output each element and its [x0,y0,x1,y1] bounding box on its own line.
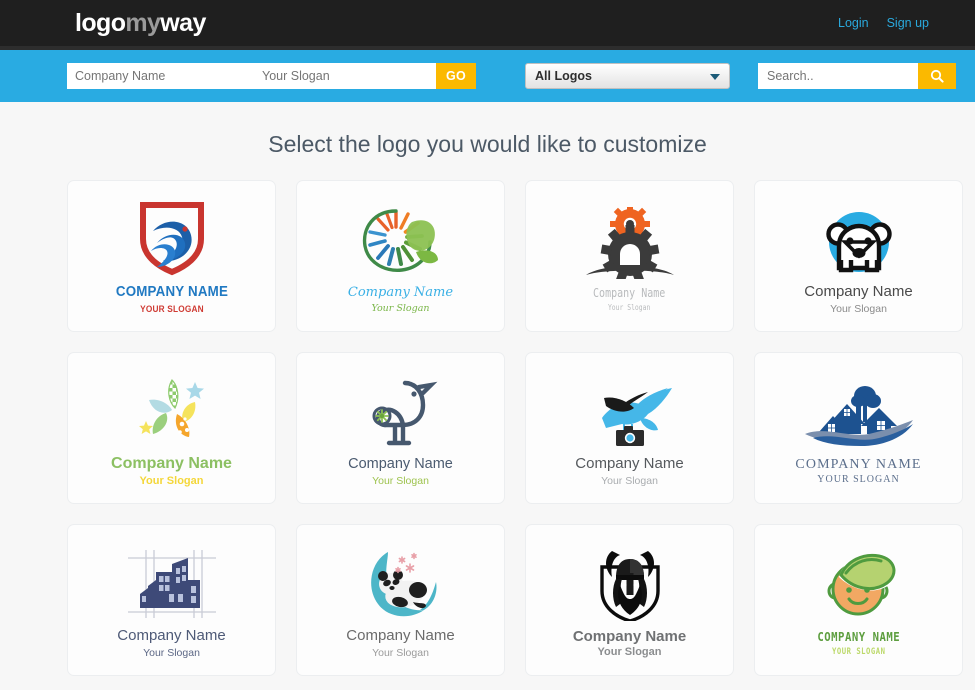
go-button[interactable]: GO [436,63,476,89]
logo-text-8: COMPANY NAME YOUR SLOGAN [795,457,921,486]
logo-text-9: Company Name Your Slogan [117,627,225,659]
top-nav: Login Sign up [838,16,957,30]
signup-link[interactable]: Sign up [887,16,929,30]
logo-company-name: Company Name [346,627,455,645]
category-select-value: All Logos [535,69,592,83]
logo-text-6: Company Name Your Slogan [348,456,453,487]
logo-art-baby-leaf [813,543,905,623]
logo-slogan: Your Slogan [597,646,662,659]
logo-company-name: COMPANY NAME [115,284,228,301]
logo-slogan: Your Slogan [830,303,887,316]
logo-art-star-flower [127,368,217,448]
top-header-bar: logomyway Login Sign up [0,0,975,46]
name-slogan-input-group: GO [67,63,476,89]
logo-slogan: Your Slogan [371,302,430,314]
logo-company-name: Company Name [575,455,684,473]
logo-text-7: Company Name Your Slogan [575,455,683,487]
category-select-wrapper: All Logos [525,63,730,89]
logo-slogan: Your Slogan [143,647,200,660]
logo-card-7[interactable]: Company Name Your Slogan [525,352,734,504]
logo-slogan: Your Slogan [601,475,658,488]
logo-grid: COMPANY NAME YOUR SLOGAN Company Name Yo… [0,180,975,676]
logo-company-name: Company Name [804,283,913,301]
logo-art-city-blueprint [122,540,222,620]
search-button[interactable] [918,63,956,89]
logo-art-shield-eagle [129,197,215,277]
logo-slogan: YOUR SLOGAN [817,474,900,486]
logo-card-6[interactable]: Company Name Your Slogan [296,352,505,504]
logo-slogan: YOUR SLOGAN [831,647,886,658]
logo-slogan: Your Slogan [608,303,651,313]
slogan-input[interactable] [254,63,436,89]
search-toolbar: GO All Logos [0,50,975,102]
logo-art-dog-circle [817,196,901,276]
brand-part-way: way [160,8,206,37]
site-logo[interactable]: logomyway [75,8,206,37]
logo-text-12: COMPANY NAME YOUR SLOGAN [810,628,908,658]
logo-slogan: Your Slogan [139,474,204,487]
search-group [758,63,956,89]
logo-card-3[interactable]: Company Name Your Slogan [525,180,734,332]
logo-card-1[interactable]: COMPANY NAME YOUR SLOGAN [67,180,276,332]
logo-company-name: COMPANY NAME [817,628,900,644]
logo-card-10[interactable]: Company Name Your Slogan [296,524,505,676]
page-title: Select the logo you would like to custom… [268,131,707,157]
logo-card-8[interactable]: COMPANY NAME YOUR SLOGAN [754,352,963,504]
logo-art-hummingbird-camera [582,368,678,448]
logo-company-name: Company Name [572,627,687,645]
logo-text-4: Company Name Your Slogan [804,283,912,315]
logo-company-name: Company Name [117,627,226,645]
logo-card-2[interactable]: Company Name Your Slogan [296,180,505,332]
logo-card-5[interactable]: Company Name Your Slogan [67,352,276,504]
logo-company-name: Company Name [348,455,453,472]
logo-company-name: Company Name [347,285,454,301]
login-link[interactable]: Login [838,16,869,30]
brand-part-my: my [125,8,161,37]
logo-text-5: Company Name Your Slogan [111,455,232,488]
logo-card-4[interactable]: Company Name Your Slogan [754,180,963,332]
logo-art-viking-shield [590,541,670,621]
chevron-down-icon [710,74,720,80]
logo-text-10: Company Name Your Slogan [346,627,454,659]
logo-company-name: COMPANY NAME [795,456,922,472]
logo-slogan: YOUR SLOGAN [139,304,204,315]
logo-slogan: Your Slogan [372,647,429,660]
logo-text-11: Company Name Your Slogan [573,628,686,660]
logo-text-3: Company Name Your Slogan [584,285,674,313]
logo-art-gears-sunrise [582,199,678,280]
logo-art-panda-moon [358,540,444,620]
brand-part-logo: logo [75,8,126,37]
logo-card-11[interactable]: Company Name Your Slogan [525,524,734,676]
company-name-input[interactable] [67,63,254,89]
category-select[interactable]: All Logos [525,63,730,89]
logo-company-name: Company Name [111,455,232,473]
logo-company-name: Company Name [593,285,666,301]
logo-text-2: Company Name Your Slogan [348,285,453,314]
logo-art-bird-perch [361,369,441,449]
search-icon [930,69,944,83]
logo-card-9[interactable]: Company Name Your Slogan [67,524,276,676]
logo-art-houses-wave [799,370,919,450]
logo-text-1: COMPANY NAME YOUR SLOGAN [111,284,233,315]
logo-art-sunburst-leaf [356,198,446,278]
logo-slogan: Your Slogan [372,474,429,487]
search-input[interactable] [758,63,918,89]
logo-card-12[interactable]: COMPANY NAME YOUR SLOGAN [754,524,963,676]
